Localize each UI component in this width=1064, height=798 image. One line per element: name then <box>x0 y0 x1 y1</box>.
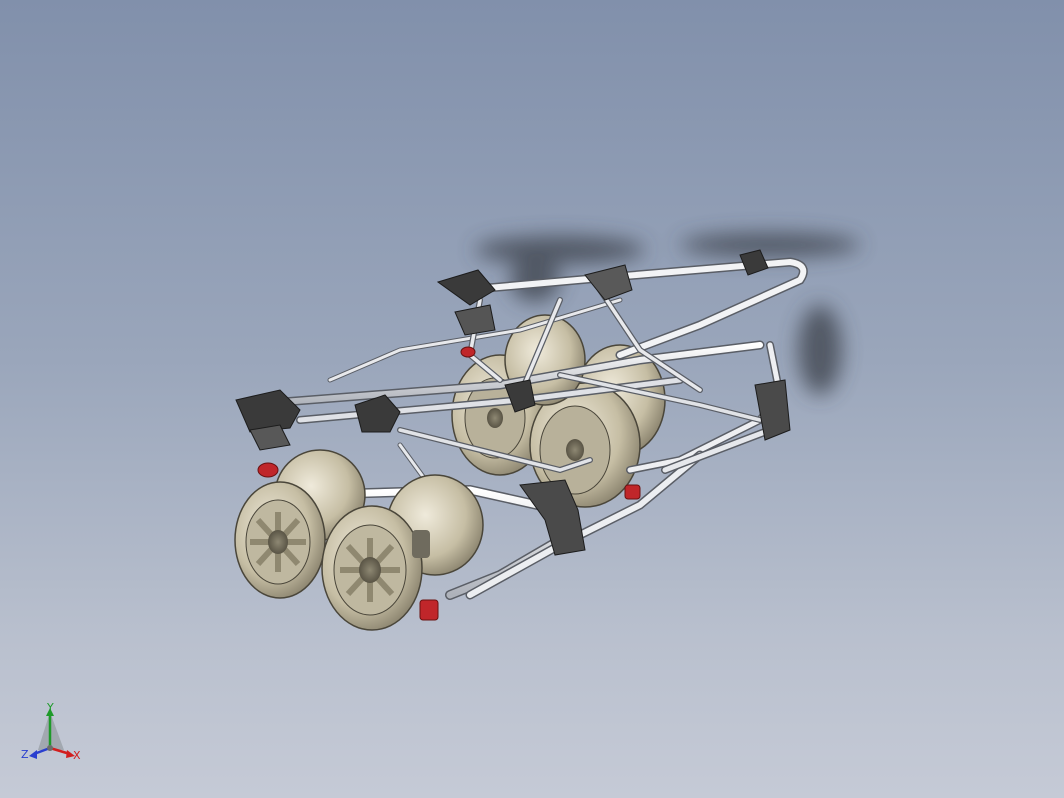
coordinate-triad[interactable]: Y Z X <box>18 702 88 772</box>
axis-z-label: Z <box>21 748 29 761</box>
stroller-model[interactable] <box>0 0 1064 798</box>
axis-x-label: X <box>73 749 81 762</box>
graphics-viewport[interactable]: Y Z X <box>0 0 1064 798</box>
axis-y-label: Y <box>47 701 54 714</box>
